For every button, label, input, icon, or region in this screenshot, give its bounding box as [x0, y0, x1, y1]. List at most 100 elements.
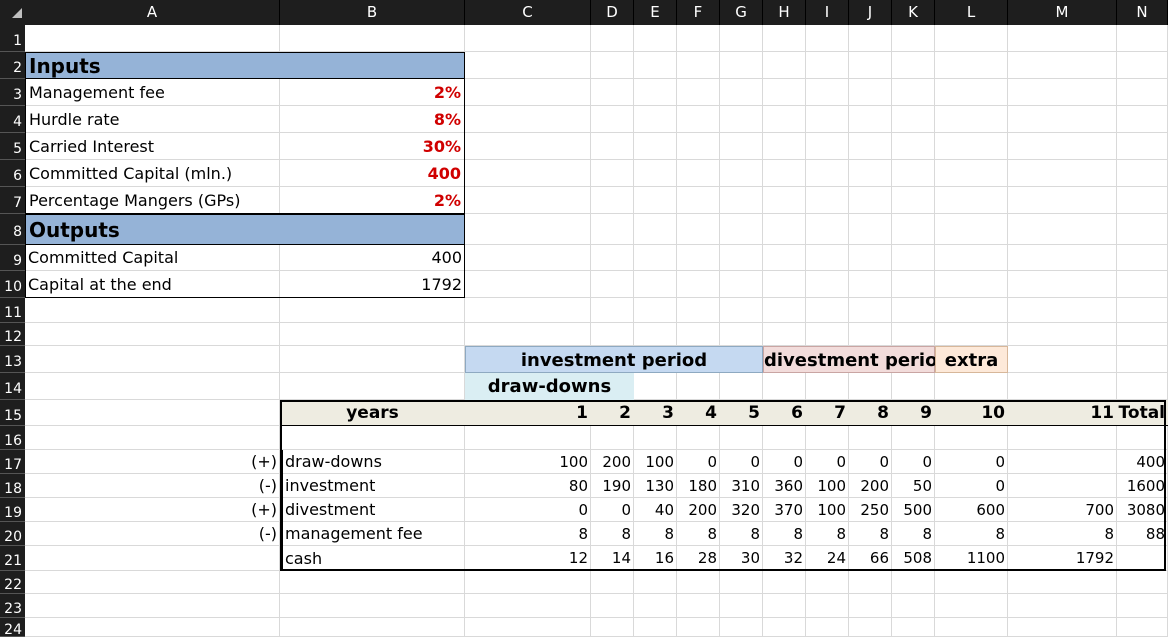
table-row-total[interactable]: 3080 — [1117, 498, 1168, 522]
row-header-7[interactable]: 7 — [0, 187, 25, 214]
table-cell[interactable]: 600 — [935, 498, 1008, 522]
table-cell[interactable]: 0 — [677, 450, 720, 474]
table-row-total[interactable]: 88 — [1117, 522, 1168, 546]
table-cell[interactable]: 50 — [892, 474, 935, 498]
investment-period-band[interactable]: investment period — [465, 346, 763, 373]
table-row-label[interactable]: management fee — [280, 522, 465, 546]
row-header-4[interactable]: 4 — [0, 106, 25, 133]
column-header-b[interactable]: B — [280, 0, 465, 25]
table-cell[interactable]: 24 — [806, 546, 849, 571]
row-header-2[interactable]: 2 — [0, 52, 25, 79]
table-cell[interactable]: 66 — [849, 546, 892, 571]
table-cell[interactable]: 100 — [634, 450, 677, 474]
year-header[interactable]: 1 — [465, 400, 591, 426]
table-cell[interactable]: 8 — [465, 522, 591, 546]
table-cell[interactable]: 8 — [1008, 522, 1117, 546]
input-value[interactable]: 8% — [280, 106, 465, 133]
table-cell[interactable]: 8 — [720, 522, 763, 546]
table-row-label[interactable]: investment — [280, 474, 465, 498]
table-cell[interactable]: 310 — [720, 474, 763, 498]
table-cell[interactable]: 130 — [634, 474, 677, 498]
outputs-header[interactable]: Outputs — [25, 214, 465, 245]
table-row-label[interactable]: draw-downs — [280, 450, 465, 474]
row-header-9[interactable]: 9 — [0, 245, 25, 271]
column-header-f[interactable]: F — [677, 0, 720, 25]
input-value[interactable]: 2% — [280, 79, 465, 106]
divestment-period-band[interactable]: divestment period — [763, 346, 950, 373]
output-value[interactable]: 1792 — [280, 271, 465, 298]
column-header-a[interactable]: A — [25, 0, 280, 25]
table-row-label[interactable]: cash — [280, 546, 465, 571]
input-value[interactable]: 400 — [280, 160, 465, 187]
year-header[interactable]: 2 — [591, 400, 634, 426]
year-header[interactable]: 11 — [1008, 400, 1117, 426]
table-row-total[interactable]: 400 — [1117, 450, 1168, 474]
row-header-16[interactable]: 16 — [0, 426, 25, 450]
row-header-6[interactable]: 6 — [0, 160, 25, 187]
table-cell[interactable]: 1100 — [935, 546, 1008, 571]
table-cell[interactable]: 200 — [849, 474, 892, 498]
table-cell[interactable]: 8 — [591, 522, 634, 546]
table-cell[interactable]: 0 — [465, 498, 591, 522]
year-header[interactable]: 3 — [634, 400, 677, 426]
table-cell[interactable]: 8 — [677, 522, 720, 546]
table-cell[interactable]: 0 — [892, 450, 935, 474]
year-header[interactable]: 10 — [935, 400, 1008, 426]
year-header[interactable]: 4 — [677, 400, 720, 426]
input-value[interactable]: 2% — [280, 187, 465, 214]
table-cell[interactable]: 80 — [465, 474, 591, 498]
row-header-24[interactable]: 24 — [0, 618, 25, 638]
table-cell[interactable]: 200 — [591, 450, 634, 474]
column-header-e[interactable]: E — [634, 0, 677, 25]
table-cell[interactable] — [1008, 474, 1117, 498]
inputs-header[interactable]: Inputs — [25, 52, 465, 79]
output-label[interactable]: Capital at the end — [25, 271, 280, 298]
table-cell[interactable]: 28 — [677, 546, 720, 571]
table-cell[interactable]: 8 — [763, 522, 806, 546]
table-cell[interactable]: 200 — [677, 498, 720, 522]
row-header-5[interactable]: 5 — [0, 133, 25, 160]
table-cell[interactable]: 12 — [465, 546, 591, 571]
table-cell[interactable]: 190 — [591, 474, 634, 498]
row-sign[interactable]: (+) — [25, 450, 280, 474]
table-cell[interactable]: 1792 — [1008, 546, 1117, 571]
table-cell[interactable]: 0 — [849, 450, 892, 474]
input-label[interactable]: Percentage Mangers (GPs) — [25, 187, 280, 214]
table-cell[interactable]: 0 — [591, 498, 634, 522]
row-header-21[interactable]: 21 — [0, 546, 25, 571]
table-row-total[interactable] — [1117, 546, 1168, 571]
table-cell[interactable]: 30 — [720, 546, 763, 571]
column-header-h[interactable]: H — [763, 0, 806, 25]
row-header-15[interactable]: 15 — [0, 400, 25, 426]
extra-band[interactable]: extra — [935, 346, 1008, 373]
table-cell[interactable]: 700 — [1008, 498, 1117, 522]
year-header[interactable]: 5 — [720, 400, 763, 426]
table-cell[interactable]: 32 — [763, 546, 806, 571]
row-header-12[interactable]: 12 — [0, 323, 25, 346]
column-header-n[interactable]: N — [1117, 0, 1168, 25]
table-cell[interactable]: 180 — [677, 474, 720, 498]
row-header-17[interactable]: 17 — [0, 450, 25, 474]
input-value[interactable]: 30% — [280, 133, 465, 160]
table-cell[interactable]: 100 — [806, 498, 849, 522]
row-sign[interactable] — [25, 546, 280, 571]
table-cell[interactable]: 0 — [935, 474, 1008, 498]
table-cell[interactable]: 100 — [465, 450, 591, 474]
table-cell[interactable] — [1008, 450, 1117, 474]
column-header-g[interactable]: G — [720, 0, 763, 25]
row-header-3[interactable]: 3 — [0, 79, 25, 106]
row-header-8[interactable]: 8 — [0, 214, 25, 245]
table-cell[interactable]: 360 — [763, 474, 806, 498]
row-header-13[interactable]: 13 — [0, 346, 25, 373]
row-header-10[interactable]: 10 — [0, 271, 25, 298]
column-header-i[interactable]: I — [806, 0, 849, 25]
table-cell[interactable]: 0 — [806, 450, 849, 474]
row-header-14[interactable]: 14 — [0, 373, 25, 400]
output-value[interactable]: 400 — [280, 245, 465, 271]
row-sign[interactable]: (-) — [25, 474, 280, 498]
input-label[interactable]: Hurdle rate — [25, 106, 280, 133]
column-header-j[interactable]: J — [849, 0, 892, 25]
table-cell[interactable]: 14 — [591, 546, 634, 571]
column-header-m[interactable]: M — [1008, 0, 1117, 25]
table-cell[interactable]: 8 — [935, 522, 1008, 546]
